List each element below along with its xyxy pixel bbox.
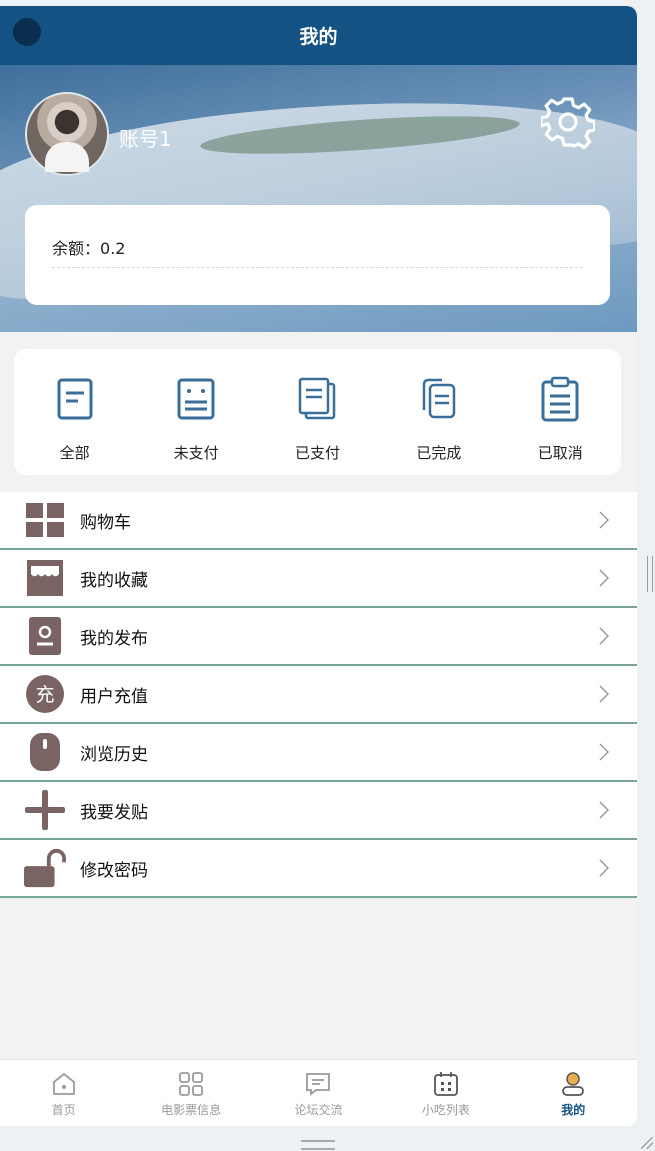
title-bar: 我的 [0,6,637,65]
chevron-right-icon [599,859,609,877]
avatar[interactable] [25,92,109,176]
cart-grid-icon [26,503,64,537]
balance-value: 0.2 [100,239,126,258]
order-paid-label: 已支付 [294,444,340,462]
tab-label: 电影票信息 [161,1103,222,1117]
order-cancelled-label: 已取消 [537,444,583,462]
all-orders-icon [57,378,93,420]
order-cancelled[interactable]: 已取消 [505,349,615,475]
order-completed[interactable]: 已完成 [384,349,494,475]
tab-label: 小吃列表 [421,1103,470,1117]
grid-icon [179,1072,203,1096]
recharge-icon: 充 [26,675,64,713]
order-all-label: 全部 [59,444,90,462]
order-completed-label: 已完成 [416,444,462,462]
contact-card-icon [29,617,61,655]
menu-label: 我要发贴 [80,802,148,823]
tab-forum[interactable]: 论坛交流 [255,1060,382,1126]
menu-item-cart[interactable]: 购物车 [0,492,637,550]
settings-gear-icon[interactable] [541,95,595,149]
menu-list: 购物车 我的收藏 我的发布 充 用户充值 浏览历史 我要发贴 修改密码 [0,492,637,898]
tab-home[interactable]: 首页 [0,1060,127,1126]
completed-icon [422,378,456,419]
cancelled-icon [541,376,579,422]
menu-item-recharge[interactable]: 充 用户充值 [0,666,637,724]
chevron-right-icon [599,569,609,587]
paid-icon [299,377,336,420]
mouse-icon [30,733,60,771]
tab-label: 论坛交流 [294,1103,343,1117]
balance-row: 余额：0.2 [52,235,583,268]
order-paid[interactable]: 已支付 [262,349,372,475]
menu-label: 浏览历史 [80,744,148,765]
unpaid-icon [177,378,215,420]
chevron-right-icon [599,627,609,645]
home-icon [52,1072,75,1095]
menu-item-my-posts[interactable]: 我的发布 [0,608,637,666]
tab-snacks[interactable]: 小吃列表 [382,1060,509,1126]
bottom-tab-bar: 首页 电影票信息 论坛交流 小吃列表 我的 [0,1059,637,1126]
order-unpaid[interactable]: 未支付 [141,349,251,475]
profile-header: 账号1 余额：0.2 [0,65,637,332]
menu-item-new-post[interactable]: 我要发贴 [0,782,637,840]
tab-label: 首页 [51,1103,76,1117]
resize-handle-bottom[interactable] [301,1140,335,1150]
menu-item-favorites[interactable]: 我的收藏 [0,550,637,608]
recharge-icon-text: 充 [35,684,54,706]
page-title: 我的 [299,26,338,48]
calendar-icon [433,1072,458,1096]
store-icon [27,560,63,596]
balance-card: 余额：0.2 [25,205,610,305]
unlock-icon [24,848,66,888]
chevron-right-icon [599,511,609,529]
menu-label: 修改密码 [80,860,148,881]
chevron-right-icon [599,685,609,703]
chevron-right-icon [599,743,609,761]
account-name: 账号1 [119,127,172,151]
tab-label: 我的 [561,1103,586,1117]
profile-icon [562,1072,585,1096]
plus-icon [25,790,65,830]
resize-corner-icon[interactable] [641,1137,653,1149]
order-status-panel: 全部 未支付 已支付 已完成 已取消 [14,349,621,475]
balance-label: 余额： [52,239,101,258]
scrollbar-handle[interactable] [647,556,653,592]
app-screen: 我的 账号1 余额：0.2 全部 未支付 已支付 已完成 已取消 购物车 我的收… [0,6,637,1126]
menu-label: 我的收藏 [80,570,148,591]
chevron-right-icon [599,801,609,819]
menu-item-history[interactable]: 浏览历史 [0,724,637,782]
menu-label: 用户充值 [80,686,148,707]
menu-label: 我的发布 [80,628,148,649]
message-icon [306,1073,331,1096]
menu-label: 购物车 [80,512,131,533]
order-unpaid-label: 未支付 [173,444,219,462]
tab-mine[interactable]: 我的 [510,1060,637,1126]
menu-item-change-password[interactable]: 修改密码 [0,840,637,898]
tab-movie-tickets[interactable]: 电影票信息 [128,1060,255,1126]
back-circle-icon[interactable] [13,18,41,46]
order-all[interactable]: 全部 [20,349,130,475]
